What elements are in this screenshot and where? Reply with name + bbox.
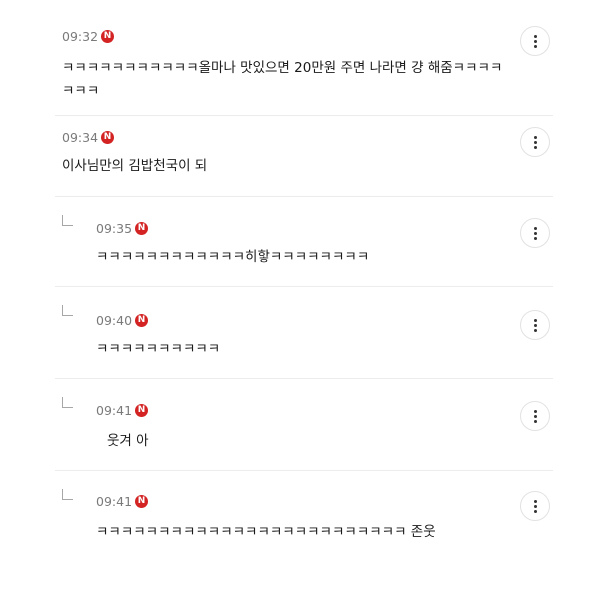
divider xyxy=(55,196,553,197)
new-badge-icon: N xyxy=(135,222,149,235)
comment-text: 이사님만의 김밥천국이 되 xyxy=(62,158,208,174)
divider xyxy=(55,378,553,379)
dot xyxy=(533,226,537,230)
new-badge-icon: N xyxy=(101,30,115,43)
reply-arrow-icon xyxy=(62,489,73,500)
comment-text: ㅋㅋㅋㅋㅋㅋㅋㅋㅋㅋㅋㅋ히핳ㅋㅋㅋㅋㅋㅋㅋㅋ xyxy=(96,249,370,265)
comment-time: 09:35 xyxy=(96,221,133,236)
more-options-button[interactable] xyxy=(520,127,550,157)
reply-arrow-icon xyxy=(62,215,73,226)
dot xyxy=(533,419,537,423)
comment-time: 09:40 xyxy=(96,313,133,328)
comment-text: 웃겨 아 xyxy=(107,433,149,449)
comment-meta: 09:32 N xyxy=(62,29,115,44)
comment-text: ㅋㅋㅋㅋㅋㅋㅋㅋㅋㅋㅋㅋㅋㅋㅋㅋㅋㅋㅋㅋㅋㅋㅋㅋㅋ 존웃 xyxy=(96,524,436,540)
dot xyxy=(533,39,537,43)
comment-text: ㅋㅋㅋㅋㅋㅋㅋㅋㅋㅋ xyxy=(96,341,221,357)
more-options-button[interactable] xyxy=(520,310,550,340)
more-options-button[interactable] xyxy=(520,491,550,521)
comment-time: 09:34 xyxy=(62,130,99,145)
divider xyxy=(55,470,553,471)
comment-meta: 09:34 N xyxy=(62,130,115,145)
dot xyxy=(533,44,537,48)
dot xyxy=(533,509,537,513)
dot xyxy=(533,323,537,327)
new-badge-icon: N xyxy=(135,314,149,327)
dot xyxy=(533,145,537,149)
comment-text: ㅋㅋㅋㅋㅋㅋㅋㅋㅋㅋㅋ올마나 맛있으면 20만원 주면 나라면 걍 해줌ㅋㅋㅋㅋ… xyxy=(62,60,503,99)
comment-meta: 09:35 N xyxy=(96,221,149,236)
dot xyxy=(533,328,537,332)
new-badge-icon: N xyxy=(101,131,115,144)
dot xyxy=(533,414,537,418)
dot xyxy=(533,318,537,322)
more-options-button[interactable] xyxy=(520,401,550,431)
dot xyxy=(533,236,537,240)
reply-arrow-icon xyxy=(62,397,73,408)
dot xyxy=(533,409,537,413)
new-badge-icon: N xyxy=(135,404,149,417)
divider xyxy=(55,286,553,287)
reply-arrow-icon xyxy=(62,305,73,316)
dot xyxy=(533,34,537,38)
more-options-button[interactable] xyxy=(520,218,550,248)
dot xyxy=(533,499,537,503)
comment-meta: 09:41 N xyxy=(96,403,149,418)
new-badge-icon: N xyxy=(135,495,149,508)
divider xyxy=(55,115,553,116)
comment-meta: 09:41 N xyxy=(96,494,149,509)
comment-meta: 09:40 N xyxy=(96,313,149,328)
comment-time: 09:41 xyxy=(96,494,133,509)
comment-time: 09:32 xyxy=(62,29,99,44)
comment-time: 09:41 xyxy=(96,403,133,418)
dot xyxy=(533,504,537,508)
more-options-button[interactable] xyxy=(520,26,550,56)
dot xyxy=(533,135,537,139)
dot xyxy=(533,140,537,144)
dot xyxy=(533,231,537,235)
